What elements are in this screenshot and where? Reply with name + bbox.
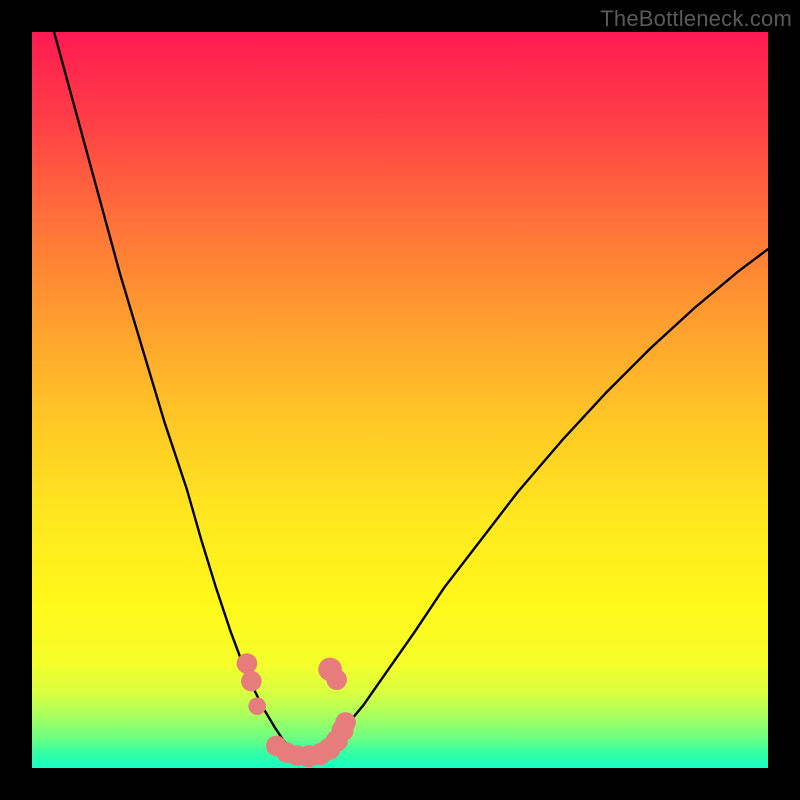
curve-lines	[54, 32, 768, 756]
chart-stage: TheBottleneck.com	[0, 0, 800, 800]
marker-point	[335, 712, 356, 733]
chart-plot-area	[32, 32, 768, 768]
series-left-branch	[54, 32, 297, 755]
marker-point	[326, 669, 347, 690]
marker-point	[241, 671, 262, 692]
watermark-text: TheBottleneck.com	[600, 6, 792, 32]
data-markers	[237, 653, 356, 767]
series-right-branch	[312, 249, 768, 755]
marker-point	[248, 697, 266, 715]
marker-point	[237, 653, 258, 674]
chart-svg	[32, 32, 768, 768]
